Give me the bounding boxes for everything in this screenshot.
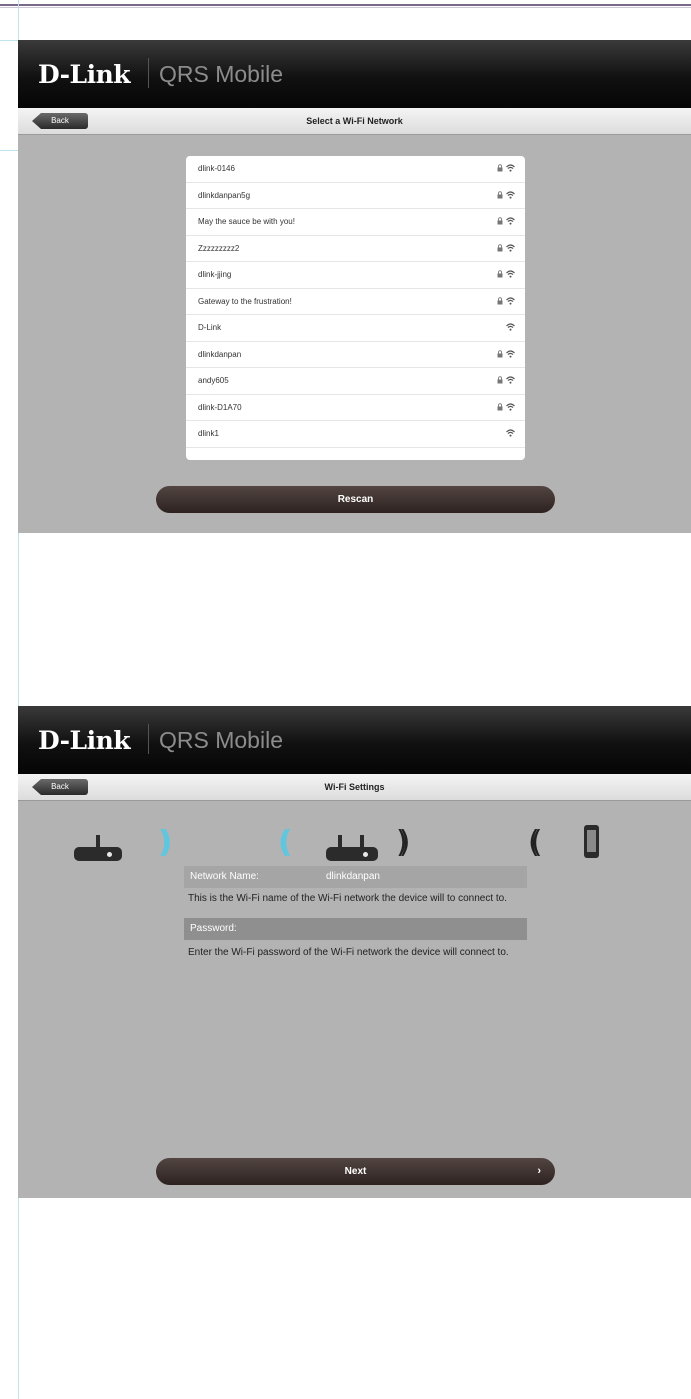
app-header: D-Link QRS Mobile (18, 40, 691, 108)
network-name-field[interactable]: Network Name: dlinkdanpan (184, 866, 527, 888)
wifi-network-row[interactable]: D-Link (186, 315, 525, 342)
lock-icon (497, 289, 503, 316)
wifi-signal-icon (506, 183, 515, 210)
rescan-button[interactable]: Rescan (156, 486, 555, 513)
nav-bar: Select a Wi-Fi Network Back (18, 108, 691, 135)
wifi-row-icons (497, 183, 515, 210)
chevron-right-icon: › (537, 1165, 541, 1177)
wifi-network-name: May the sauce be with you! (198, 217, 295, 226)
network-name-help: This is the Wi-Fi name of the Wi-Fi netw… (188, 893, 507, 904)
wifi-network-row[interactable]: dlink1 (186, 421, 525, 448)
lock-icon (497, 236, 503, 263)
wifi-network-name: dlink1 (198, 429, 219, 438)
lock-icon (497, 156, 503, 183)
wifi-row-icons (497, 262, 515, 289)
wifi-network-row[interactable]: andy605 (186, 368, 525, 395)
next-button[interactable]: Next › (156, 1158, 555, 1185)
wifi-signal-icon (506, 262, 515, 289)
phone-icon (584, 825, 599, 858)
wifi-network-row[interactable]: Gateway to the frustration! (186, 289, 525, 316)
wifi-signal-icon (506, 421, 515, 448)
lock-icon (497, 395, 503, 422)
signal-wave-icon: (( (278, 825, 293, 860)
router-icon (74, 821, 122, 861)
wifi-signal-icon (506, 395, 515, 422)
back-button[interactable]: Back (32, 779, 88, 795)
page-top-rule (0, 4, 691, 6)
wifi-signal-icon (506, 368, 515, 395)
wifi-row-icons (497, 156, 515, 183)
wifi-network-name: Gateway to the frustration! (198, 296, 292, 306)
wifi-signal-icon (506, 209, 515, 236)
page-title: Select a Wi-Fi Network (306, 116, 403, 126)
wifi-signal-icon (506, 315, 515, 342)
lock-icon (497, 342, 503, 369)
app-name: QRS Mobile (159, 727, 283, 753)
password-label: Password: (190, 923, 237, 934)
wifi-network-name: dlinkdanpan (198, 349, 242, 359)
screen-select-network: D-Link QRS Mobile Select a Wi-Fi Network… (18, 40, 691, 533)
wifi-network-name: D-Link (198, 323, 222, 332)
password-help: Enter the Wi-Fi password of the Wi-Fi ne… (188, 947, 509, 958)
wifi-signal-icon (506, 289, 515, 316)
margin-tick (0, 40, 18, 41)
wifi-network-name: dlink-D1A70 (198, 402, 242, 412)
wifi-row-icons (497, 209, 515, 236)
wifi-network-name: dlinkdanpan5g (198, 190, 251, 200)
wifi-row-icons (506, 315, 515, 342)
wifi-network-row[interactable]: dlink-jjing (186, 262, 525, 289)
extender-icon (326, 821, 378, 861)
wifi-row-icons (497, 368, 515, 395)
wifi-row-icons (497, 342, 515, 369)
lock-icon (497, 209, 503, 236)
lock-icon (497, 368, 503, 395)
next-button-label: Next (344, 1166, 367, 1177)
brand-logo: D-Link (38, 60, 131, 89)
network-name-label: Network Name: (190, 871, 259, 882)
wifi-network-row[interactable]: May the sauce be with you! (186, 209, 525, 236)
wifi-signal-icon (506, 342, 515, 369)
signal-wave-icon: (( (528, 825, 543, 860)
wifi-network-row[interactable]: dlink-D1A70 (186, 395, 525, 422)
wifi-row-icons (497, 395, 515, 422)
brand-logo: D-Link (38, 726, 131, 755)
wifi-network-list: dlink-0146 dlinkdanpan5g May the sauce be … (186, 156, 525, 460)
wifi-row-icons (497, 236, 515, 263)
wifi-network-row[interactable]: dlinkdanpan (186, 342, 525, 369)
wifi-row-icons (497, 289, 515, 316)
wifi-row-icons (506, 421, 515, 448)
wifi-signal-icon (506, 156, 515, 183)
page-top-rule-thin (0, 7, 691, 8)
lock-icon (497, 262, 503, 289)
wifi-network-name: andy605 (198, 376, 229, 385)
signal-wave-icon: )) (396, 825, 411, 860)
app-name: QRS Mobile (159, 61, 283, 87)
wifi-network-name: dlink-0146 (198, 164, 235, 173)
wifi-network-name: dlink-jjing (198, 270, 232, 279)
logo-divider (148, 58, 149, 88)
screen-wifi-settings: D-Link QRS Mobile Wi-Fi Settings Back ))… (18, 706, 691, 1198)
wifi-network-row[interactable]: Zzzzzzzzz2 (186, 236, 525, 263)
nav-bar: Wi-Fi Settings Back (18, 774, 691, 801)
app-header: D-Link QRS Mobile (18, 706, 691, 774)
signal-wave-icon: )) (158, 825, 173, 860)
network-name-value: dlinkdanpan (326, 871, 380, 882)
wifi-network-name: Zzzzzzzzz2 (198, 243, 240, 253)
wifi-network-row[interactable]: dlink-0146 (186, 156, 525, 183)
margin-tick (0, 150, 18, 151)
logo-divider (148, 724, 149, 754)
wifi-network-row[interactable]: dlinkdanpan5g (186, 183, 525, 210)
back-button[interactable]: Back (32, 113, 88, 129)
wifi-signal-icon (506, 236, 515, 263)
password-field[interactable]: Password: (184, 918, 527, 940)
lock-icon (497, 183, 503, 210)
page-title: Wi-Fi Settings (324, 782, 385, 792)
